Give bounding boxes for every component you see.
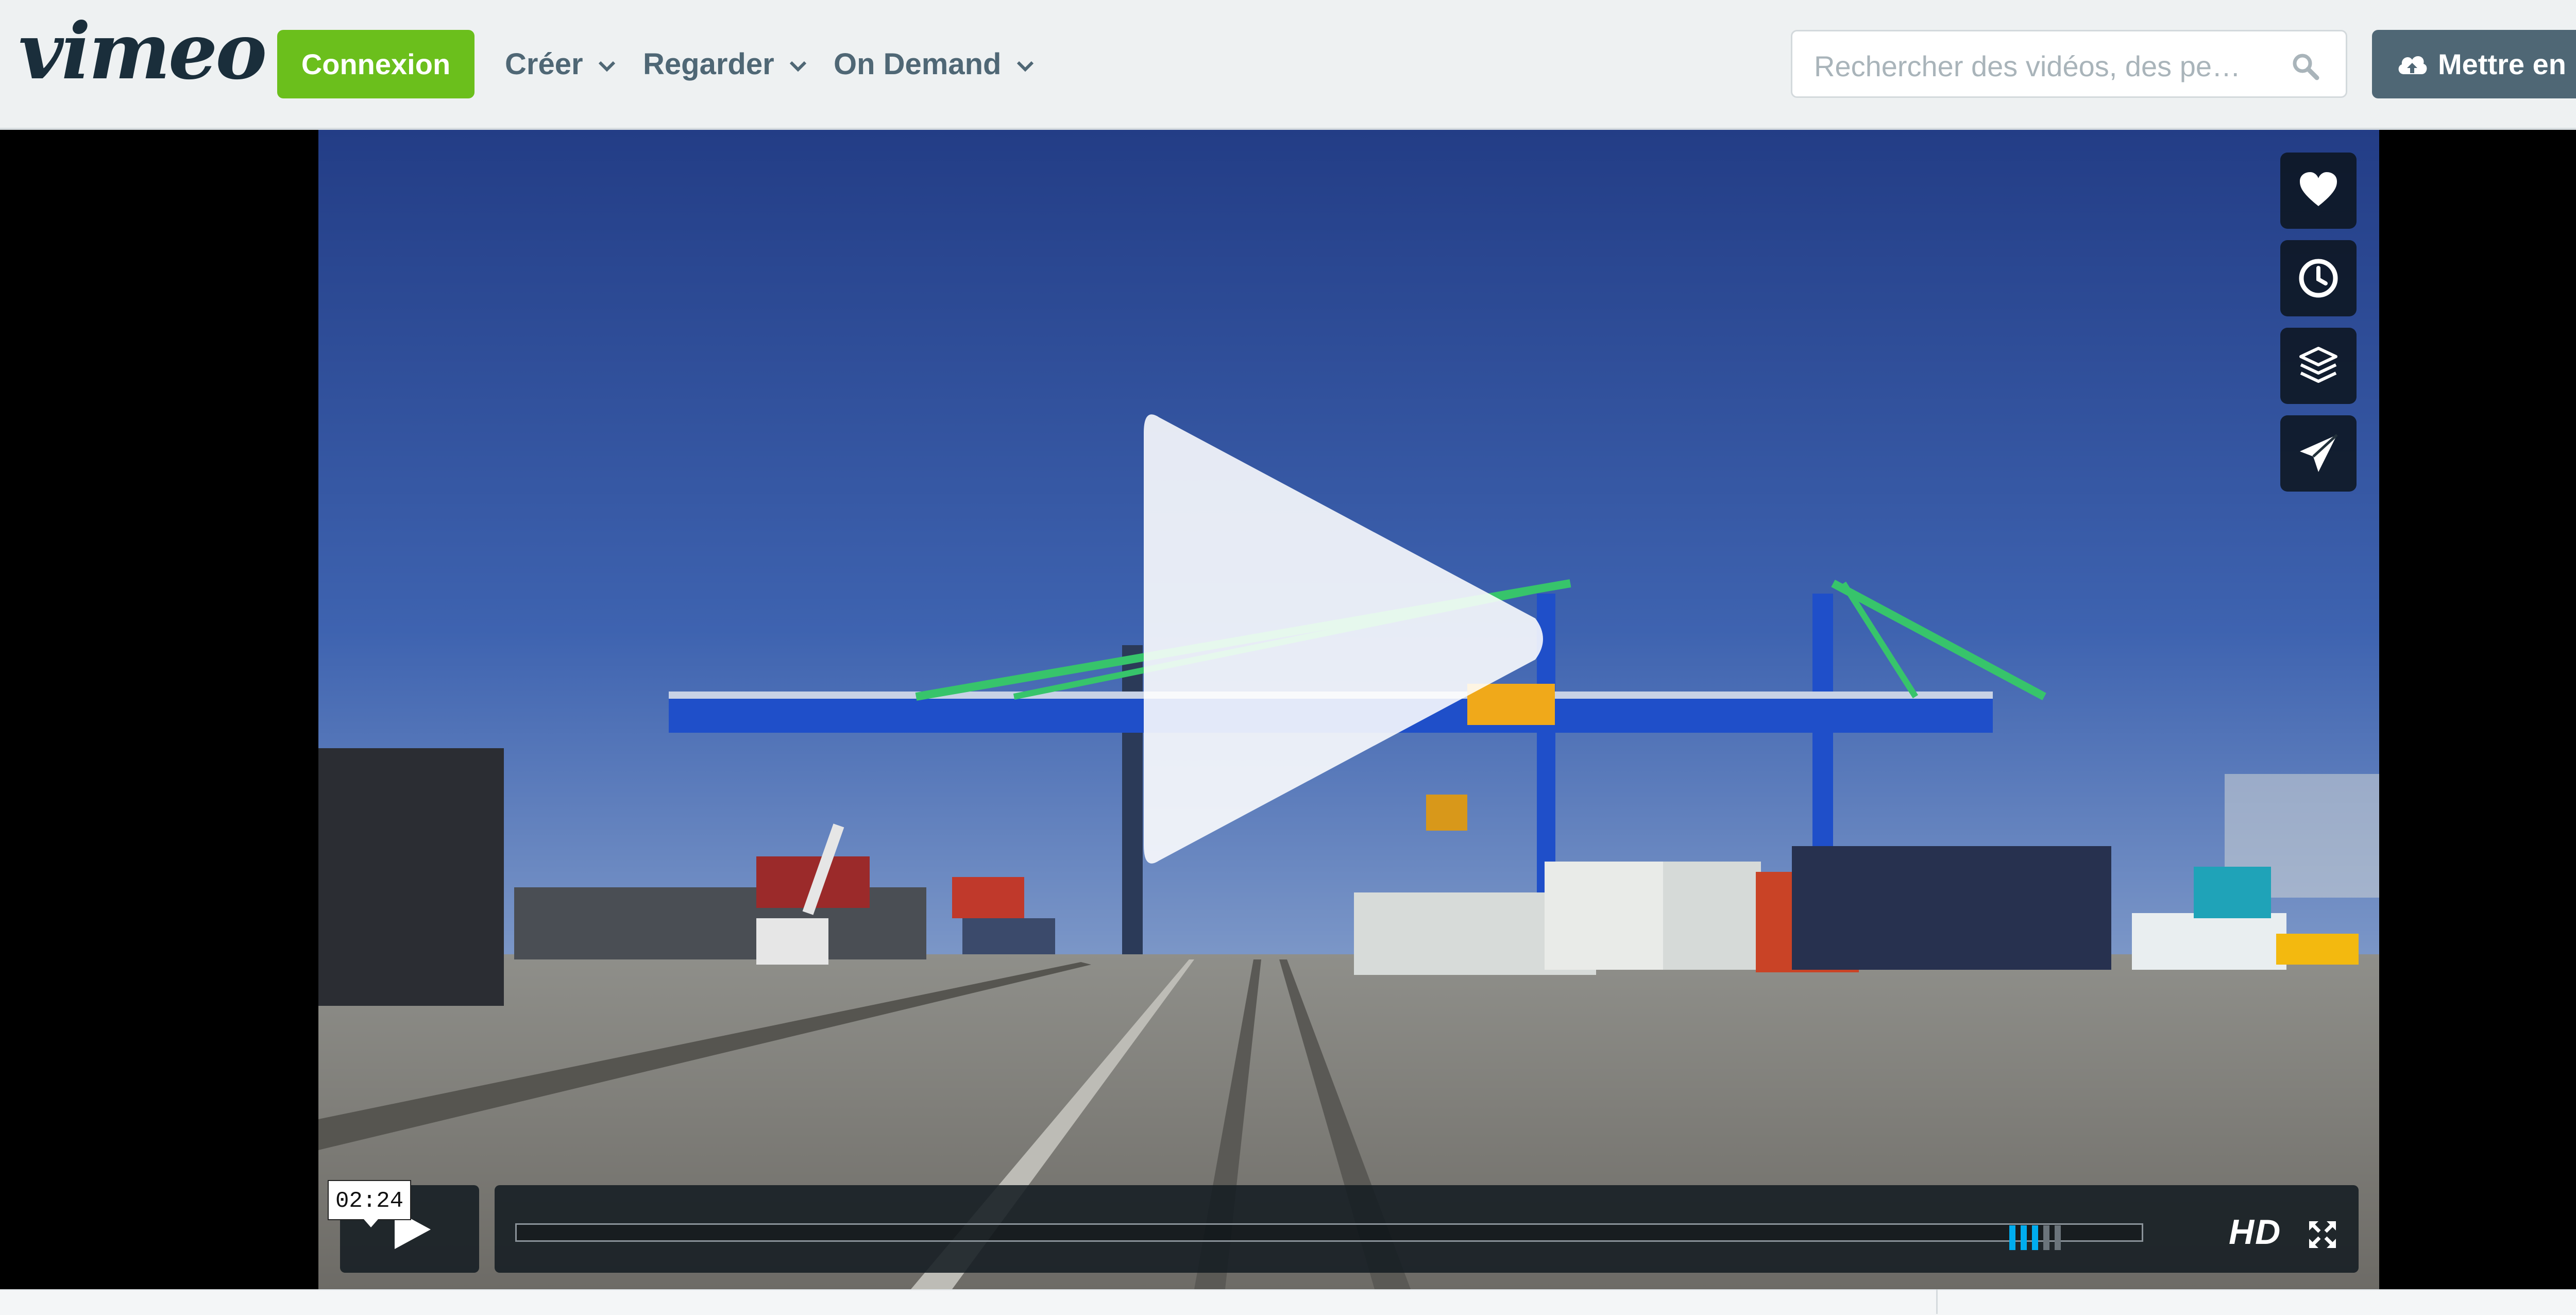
volume-bar[interactable] (2055, 1225, 2061, 1250)
search-input[interactable] (1813, 46, 2279, 86)
clock-icon (2299, 259, 2338, 298)
login-button[interactable]: Connexion (277, 30, 474, 98)
nav-watch-label: Regarder (643, 47, 774, 81)
share-button[interactable] (2280, 415, 2357, 492)
timecode-tooltip: 02:24 (328, 1180, 411, 1220)
paper-plane-icon (2300, 434, 2338, 472)
video-frame[interactable] (318, 130, 2379, 1289)
volume-bar[interactable] (2043, 1225, 2049, 1250)
like-button[interactable] (2280, 153, 2357, 229)
layers-icon (2299, 347, 2337, 383)
top-navigation-bar: vimeo Connexion Créer Regarder On Demand… (0, 0, 2576, 130)
chevron-down-icon (789, 61, 806, 72)
search-box (1791, 30, 2347, 98)
timecode-pointer (364, 1219, 378, 1227)
nav-create[interactable]: Créer (505, 30, 616, 98)
vimeo-logo[interactable]: vimeo (19, 10, 267, 93)
chevron-down-icon (598, 61, 615, 72)
nav-on-demand[interactable]: On Demand (834, 30, 1035, 98)
hd-toggle[interactable]: HD (2229, 1212, 2281, 1252)
nav-on-demand-label: On Demand (834, 47, 1002, 81)
volume-bar[interactable] (2032, 1225, 2038, 1250)
column-divider (1936, 1289, 1938, 1314)
control-bar (495, 1185, 2359, 1273)
progress-bar[interactable] (515, 1223, 2143, 1242)
nav-watch[interactable]: Regarder (643, 30, 807, 98)
volume-bar[interactable] (2009, 1225, 2015, 1250)
volume-bar[interactable] (2021, 1225, 2027, 1250)
volume-control[interactable] (2009, 1225, 2066, 1250)
add-to-collection-button[interactable] (2280, 328, 2357, 404)
search-icon[interactable] (2291, 52, 2320, 81)
big-play-icon[interactable] (1139, 402, 1551, 876)
chevron-down-icon (1016, 61, 1033, 72)
upload-button[interactable]: Mettre en ligne (2372, 30, 2576, 98)
watch-later-button[interactable] (2280, 240, 2357, 316)
upload-button-label: Mettre en ligne (2438, 48, 2576, 80)
cloud-upload-icon (2398, 56, 2427, 74)
page-content-edge (0, 1289, 2576, 1315)
fullscreen-icon[interactable] (2307, 1219, 2338, 1250)
nav-create-label: Créer (505, 47, 583, 81)
heart-icon (2300, 172, 2337, 206)
